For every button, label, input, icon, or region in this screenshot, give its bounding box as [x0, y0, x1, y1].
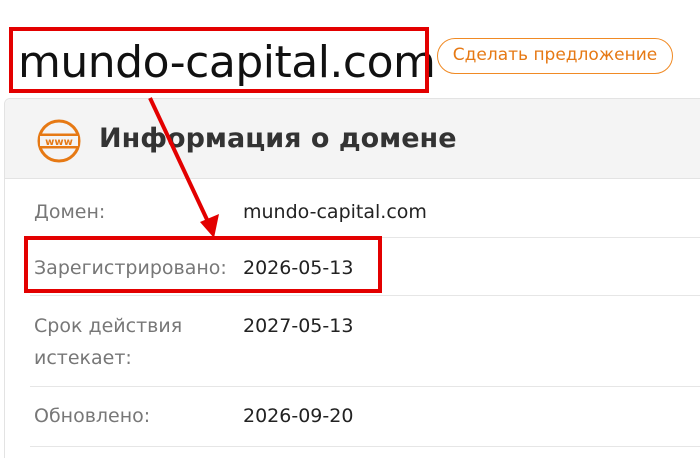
row-divider [30, 386, 700, 387]
value-expires: 2027-05-13 [243, 315, 354, 337]
row-divider [30, 446, 700, 447]
card-header: www Информация о домене [5, 99, 700, 179]
value-updated: 2026-09-20 [243, 405, 354, 427]
www-icon: www [37, 119, 81, 163]
label-expires-line1: Срок действия [34, 315, 183, 337]
label-updated: Обновлено: [34, 405, 151, 427]
value-domain: mundo-capital.com [243, 201, 427, 223]
row-divider [30, 295, 700, 296]
label-expires-line2: истекает: [34, 347, 132, 369]
label-domain: Домен: [34, 201, 106, 223]
annotation-box-title [9, 27, 429, 93]
card-title: Информация о домене [99, 123, 457, 154]
svg-text:www: www [45, 137, 73, 148]
annotation-box-registered [24, 236, 382, 293]
make-offer-button[interactable]: Сделать предложение [437, 38, 673, 74]
